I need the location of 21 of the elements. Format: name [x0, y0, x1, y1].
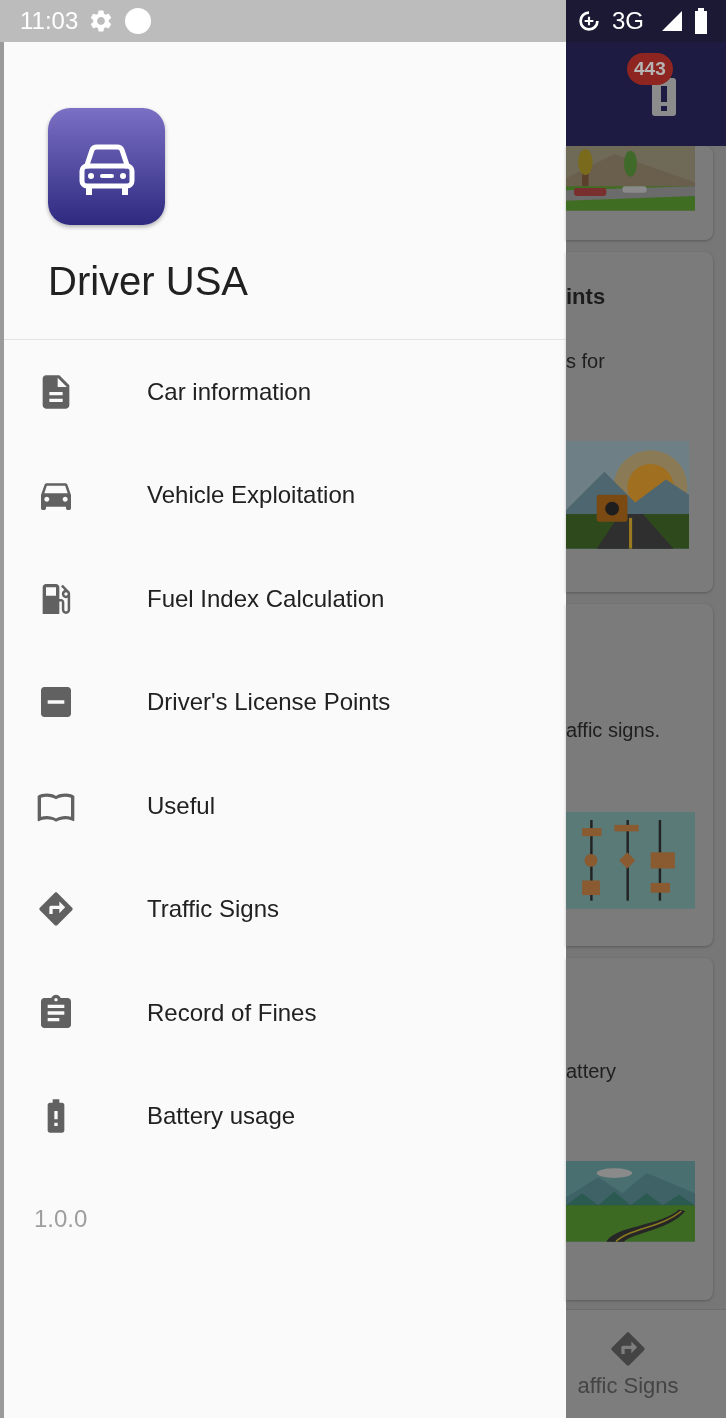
card-title: ints	[566, 284, 606, 310]
menu-item[interactable]: Record of Fines	[4, 961, 566, 1065]
notification-badge: 443	[627, 53, 673, 85]
menu-item[interactable]: Vehicle Exploitation	[4, 443, 566, 547]
menu-item[interactable]: Fuel Index Calculation	[4, 547, 566, 651]
circle-icon	[124, 7, 153, 35]
status-time: 11:03	[20, 7, 79, 35]
menu-item[interactable]: Battery usage	[4, 1064, 566, 1168]
menu-item[interactable]: Useful	[4, 754, 566, 858]
card-text: s for	[566, 350, 605, 373]
data-saver-icon	[576, 8, 602, 34]
signal-icon	[660, 9, 684, 33]
network-type: 3G	[612, 7, 644, 35]
app-name: Driver USA	[48, 259, 249, 304]
card-text: affic signs.	[566, 719, 661, 742]
version-text: 1.0.0	[34, 1205, 88, 1233]
menu-item[interactable]: Car information	[4, 340, 566, 444]
menu-item[interactable]: Driver's License Points	[4, 650, 566, 754]
battery-icon	[694, 8, 708, 34]
card-text: attery	[566, 1060, 617, 1083]
menu-item[interactable]: Traffic Signs	[4, 857, 566, 961]
